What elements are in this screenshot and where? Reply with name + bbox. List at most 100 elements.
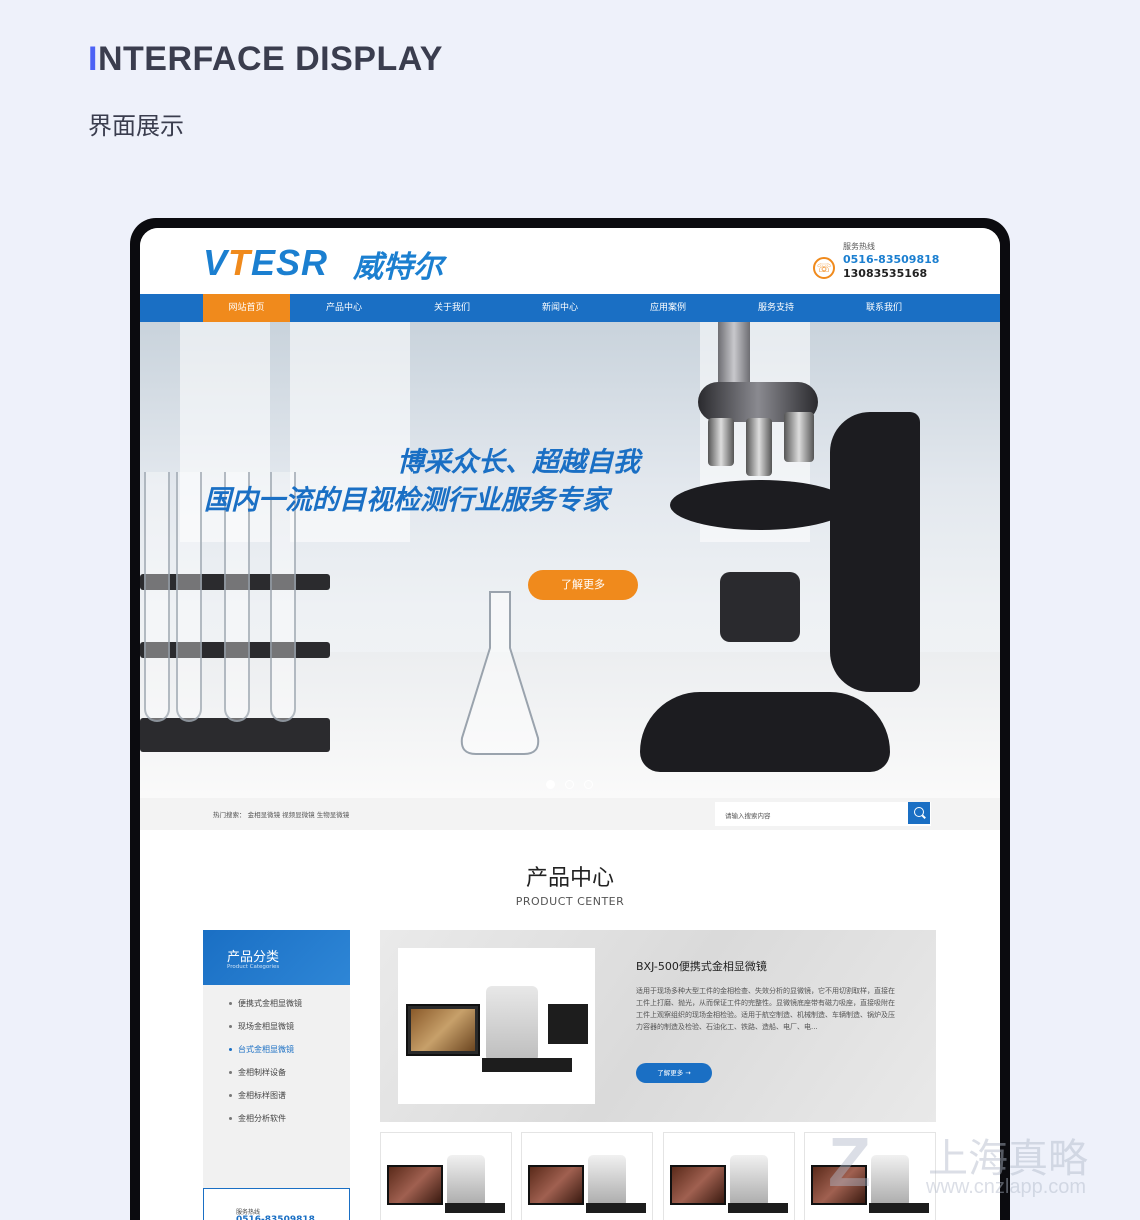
monitor-screen — [411, 1009, 475, 1051]
category-item[interactable]: 金相分析软件 — [203, 1107, 350, 1130]
bullet-icon — [229, 1002, 232, 1005]
microscope-picture — [486, 986, 538, 1062]
watermark-url: www.cnzlapp.com — [926, 1176, 1087, 1198]
website-screen: VTESR 威特尔 服务热线 ☏ 0516-83509818 130835351… — [140, 228, 1000, 1220]
bullet-icon — [229, 1071, 232, 1074]
sidebar-title: 产品分类 — [227, 950, 280, 965]
product-category-sidebar: 产品分类 Product Categories 便携式金相显微镜 现场金相显微镜… — [203, 930, 350, 1220]
product-thumbnail[interactable] — [521, 1132, 653, 1220]
hero-headline-1: 博采众长、超越自我 — [397, 447, 640, 478]
microscope-picture-base — [482, 1058, 572, 1072]
site-header: VTESR 威特尔 服务热线 ☏ 0516-83509818 130835351… — [140, 228, 1000, 294]
nav-home[interactable]: 网站首页 — [203, 294, 290, 322]
phone-icon: ☏ — [813, 257, 835, 279]
site-logo[interactable]: VTESR — [203, 242, 328, 284]
logo-letters-esr: ESR — [251, 242, 329, 283]
category-label: 金相标样图谱 — [238, 1091, 286, 1100]
main-nav: 网站首页 产品中心 关于我们 新闻中心 应用案例 服务支持 联系我们 — [140, 294, 1000, 322]
microscope-picture — [588, 1155, 626, 1207]
category-label: 现场金相显微镜 — [238, 1022, 294, 1031]
category-label: 台式金相显微镜 — [238, 1045, 294, 1054]
logo-letter-t: T — [228, 242, 252, 283]
hero-banner: 博采众长、超越自我 国内一流的目视检测行业服务专家 了解更多 — [140, 322, 1000, 798]
glass-flask — [460, 591, 540, 755]
focus-knob — [720, 572, 800, 642]
category-item[interactable]: 金相制样设备 — [203, 1061, 350, 1084]
category-item[interactable]: 金相标样图谱 — [203, 1084, 350, 1107]
hotline-phone-2: 13083535168 — [843, 267, 928, 280]
category-item[interactable]: 便携式金相显微镜 — [203, 992, 350, 1015]
hot-search-keywords[interactable]: 热门搜索： 金相显微镜 视频显微镜 生物显微镜 — [213, 809, 349, 819]
objective-lens — [784, 412, 814, 462]
sidebar-subtitle: Product Categories — [227, 964, 280, 970]
monitor-picture — [387, 1165, 443, 1205]
product-thumbnail[interactable] — [380, 1132, 512, 1220]
section-title-en: INTERFACE DISPLAY — [88, 40, 443, 79]
nav-news[interactable]: 新闻中心 — [506, 294, 614, 322]
microscope-base — [640, 692, 890, 772]
hotline-label: 服务热线 — [843, 242, 875, 251]
title-initial: I — [88, 40, 98, 78]
category-list: 便携式金相显微镜 现场金相显微镜 台式金相显微镜 金相制样设备 金相标样图谱 金… — [203, 992, 350, 1130]
carousel-dot-3[interactable] — [584, 780, 593, 789]
device-frame: VTESR 威特尔 服务热线 ☏ 0516-83509818 130835351… — [130, 218, 1010, 1220]
search-placeholder: 请输入搜索内容 — [725, 812, 771, 820]
bullet-icon — [229, 1048, 232, 1051]
watermark: Z 上海真略 www.cnzlapp.com — [828, 1122, 1128, 1212]
test-tube — [144, 472, 170, 722]
hero-headline-2: 国内一流的目视检测行业服务专家 — [204, 485, 609, 516]
nav-contact[interactable]: 联系我们 — [830, 294, 938, 322]
rack-base — [140, 718, 330, 752]
logo-letter-v: V — [203, 242, 229, 283]
nav-products[interactable]: 产品中心 — [290, 294, 398, 322]
microscope-picture-base — [728, 1203, 788, 1213]
hotline-phone-1: 0516-83509818 — [843, 253, 940, 266]
logo-chinese: 威特尔 — [353, 250, 443, 285]
nav-support[interactable]: 服务支持 — [722, 294, 830, 322]
bullet-icon — [229, 1117, 232, 1120]
objective-lens — [746, 418, 772, 476]
featured-product-title[interactable]: BXJ-500便携式金相显微镜 — [636, 958, 767, 974]
search-input[interactable]: 请输入搜索内容 — [715, 802, 931, 826]
search-button[interactable] — [908, 802, 930, 824]
featured-product-description: 适用于现场多种大型工件的金相检查、失效分析的显微镜，它不用切割取样，直接在工件上… — [636, 987, 895, 1031]
bullet-icon — [229, 1094, 232, 1097]
sidebar-hotline-number: 0516-83509818 — [236, 1215, 315, 1220]
featured-product-image[interactable] — [398, 948, 595, 1104]
test-tube — [176, 472, 202, 722]
objective-lens — [708, 418, 734, 466]
category-item[interactable]: 现场金相显微镜 — [203, 1015, 350, 1038]
title-rest: NTERFACE DISPLAY — [97, 40, 443, 78]
product-section-title: 产品中心 — [525, 866, 614, 891]
category-label: 金相制样设备 — [238, 1068, 286, 1077]
microscope-picture — [447, 1155, 485, 1207]
nav-cases[interactable]: 应用案例 — [614, 294, 722, 322]
carousel-dots — [546, 780, 593, 789]
section-title-zh: 界面展示 — [88, 112, 184, 140]
carousel-dot-2[interactable] — [565, 780, 574, 789]
sidebar-contact-box: 服务热线 0516-83509818 — [203, 1188, 350, 1220]
microscope-picture-base — [586, 1203, 646, 1213]
product-section-subtitle: PRODUCT CENTER — [515, 895, 625, 908]
monitor-picture — [670, 1165, 726, 1205]
carousel-dot-1[interactable] — [546, 780, 555, 789]
monitor-picture — [528, 1165, 584, 1205]
monitor-picture — [406, 1004, 480, 1056]
sidebar-header: 产品分类 Product Categories — [203, 930, 350, 985]
bullet-icon — [229, 1025, 232, 1028]
microscope-stage — [670, 480, 850, 530]
category-item-active[interactable]: 台式金相显微镜 — [203, 1038, 350, 1061]
featured-learn-more-button[interactable]: 了解更多 → — [636, 1063, 712, 1083]
product-thumbnail[interactable] — [663, 1132, 795, 1220]
search-bar-strip: 热门搜索： 金相显微镜 视频显微镜 生物显微镜 请输入搜索内容 — [140, 798, 1000, 830]
camera-box-picture — [548, 1004, 588, 1044]
featured-product-card: BXJ-500便携式金相显微镜 适用于现场多种大型工件的金相检查、失效分析的显微… — [380, 930, 936, 1122]
category-label: 金相分析软件 — [238, 1114, 286, 1123]
nav-about[interactable]: 关于我们 — [398, 294, 506, 322]
hero-learn-more-button[interactable]: 了解更多 — [528, 570, 638, 600]
search-icon-handle — [922, 814, 926, 819]
microscope-picture-base — [445, 1203, 505, 1213]
microscope-picture — [730, 1155, 768, 1207]
watermark-logo-icon: Z — [828, 1123, 871, 1201]
category-label: 便携式金相显微镜 — [238, 999, 302, 1008]
